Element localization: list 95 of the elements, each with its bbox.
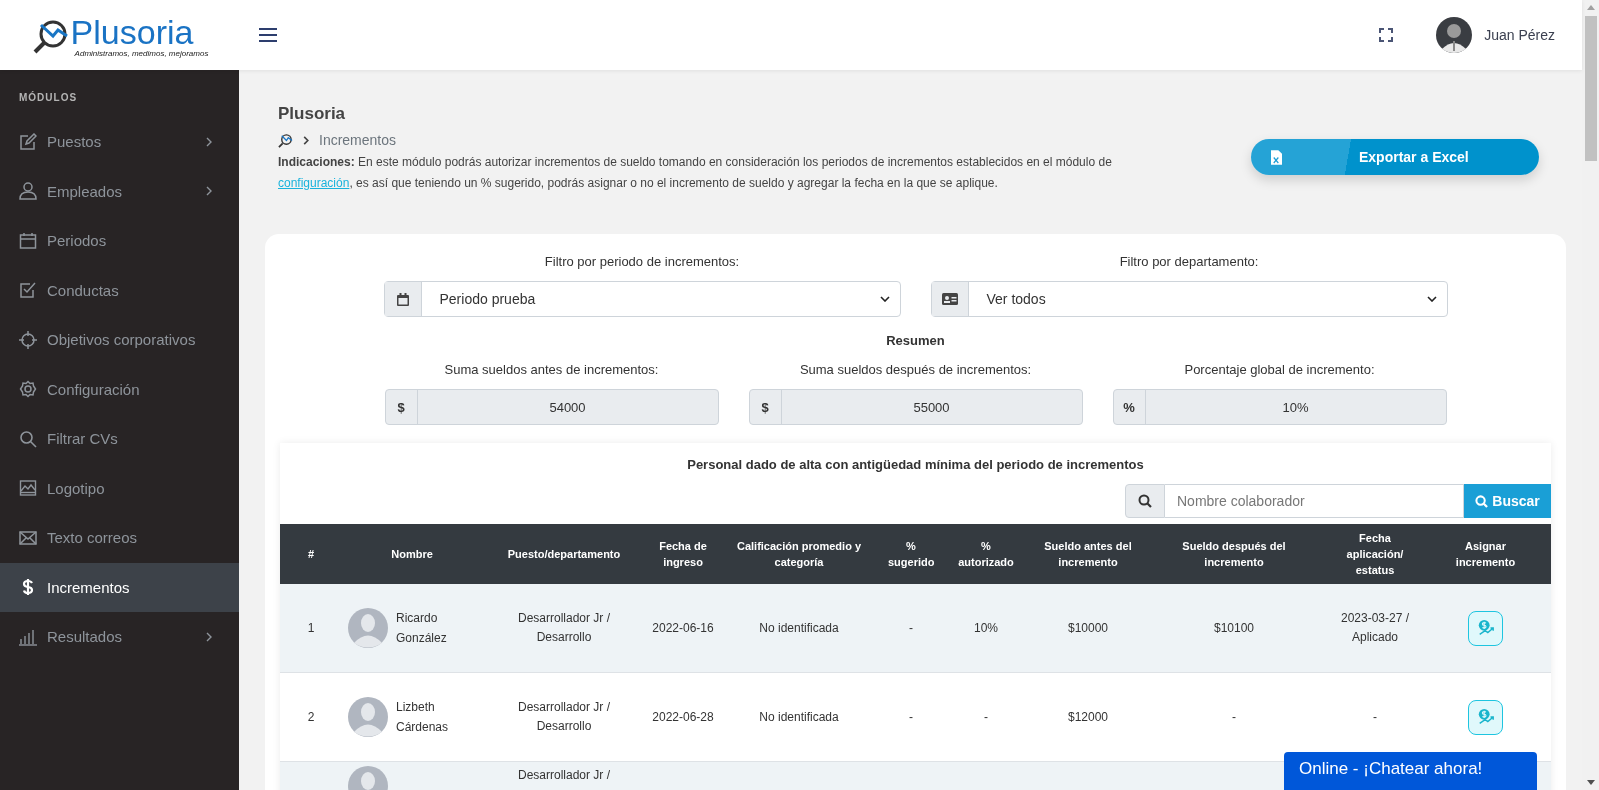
position-text: Desarrollador Jr / Desarrollo <box>517 699 611 735</box>
avatar-silhouette <box>348 697 388 737</box>
user-name[interactable]: Juan Pérez <box>1484 27 1555 43</box>
summary-field: $ 54000 <box>384 389 719 425</box>
sidebar-item[interactable]: Configuración <box>0 364 239 414</box>
page-title: Plusoria <box>278 104 347 124</box>
applied-status: - <box>1373 709 1377 724</box>
export-excel-button[interactable]: Exportar a Excel <box>1251 139 1539 175</box>
sidebar-item[interactable]: Texto correos <box>0 513 239 563</box>
hire-date: 2022-06-16 <box>652 620 714 635</box>
summary-field: $ 55000 <box>748 389 1083 425</box>
avatar-silhouette <box>348 608 388 648</box>
column-header: % sugerido <box>888 540 935 568</box>
column-header: # <box>307 548 315 560</box>
logo-tagline: Administramos, medimos, mejoramos <box>74 48 209 58</box>
hire-date: 2022-06-28 <box>652 709 714 724</box>
filter-label: Filtro por periodo de incrementos: <box>544 254 740 269</box>
summary-label: Suma sueldos después de incrementos: <box>799 362 1032 377</box>
sidebar-item[interactable]: Logotipo <box>0 463 239 513</box>
user-avatar[interactable] <box>1436 17 1473 53</box>
breadcrumb-item: Incrementos <box>319 132 397 148</box>
instructions-text: Indicaciones: En este módulo podrás autorizar incrementos de sueldo tomando en consideración los periodos de incrementos establecidos en el módulo de configuración, es así que teniendo un % sugerido, podrás asignar o no el incremento de sueldo y agregar la fecha en la que se aplique. <box>278 154 1113 192</box>
salary-after: $10100 <box>1213 620 1254 635</box>
sidebar-item[interactable]: Resultados <box>0 612 239 662</box>
salary-after: - <box>1232 709 1236 724</box>
fullscreen-icon[interactable] <box>1379 28 1394 42</box>
filter-label: Filtro por departamento: <box>1119 254 1259 269</box>
bar-chart-icon <box>19 627 37 646</box>
scrollbar-thumb[interactable] <box>1584 16 1597 161</box>
authorized-percent: - <box>984 709 988 724</box>
sidebar-item[interactable]: Incrementos <box>0 562 239 612</box>
column-header: Asignar incremento <box>1455 540 1516 568</box>
filter-select[interactable]: Periodo prueba <box>383 281 901 317</box>
crosshair-icon <box>19 330 37 349</box>
excel-file-icon <box>1271 149 1282 165</box>
row-number: 1 <box>307 620 315 635</box>
summary-label: Suma sueldos antes de incrementos: <box>444 362 659 377</box>
column-header: % autorizado <box>958 540 1014 568</box>
home-logo-icon[interactable] <box>278 132 293 148</box>
caret-down-icon <box>1426 296 1437 302</box>
logo-name: Plusoria <box>70 14 195 49</box>
rating-text: No identificada <box>759 709 839 724</box>
authorized-percent: 10% <box>974 620 998 635</box>
column-header: Puesto/departamento <box>507 548 621 560</box>
scrollbar[interactable] <box>1582 0 1599 790</box>
id-card-icon <box>941 293 958 305</box>
search-icon <box>1475 494 1489 508</box>
salary-before: $10000 <box>1067 620 1108 635</box>
position-text: Desarrollador Jr / Desarrollo <box>517 610 611 646</box>
scroll-down-icon[interactable] <box>1586 780 1595 785</box>
sidebar-item[interactable]: Objetivos corporativos <box>0 315 239 365</box>
filter-select[interactable]: Ver todos <box>930 281 1448 317</box>
sidebar-item[interactable]: Puestos <box>0 117 239 167</box>
suggested-percent: - <box>909 620 913 635</box>
column-header: Sueldo antes del incremento <box>1044 540 1132 568</box>
envelope-icon <box>19 528 37 547</box>
search-button[interactable]: Buscar <box>1464 484 1551 518</box>
calendar-icon <box>19 231 37 250</box>
chevron-right-icon <box>303 135 309 145</box>
menu-icon[interactable] <box>259 28 277 42</box>
sidebar-item[interactable]: Periodos <box>0 216 239 266</box>
applied-status: 2023-03-27 / Aplicado <box>1340 611 1410 644</box>
sidebar-item[interactable]: Filtrar CVs <box>0 414 239 464</box>
sidebar-item[interactable]: Conductas <box>0 265 239 315</box>
caret-down-icon <box>879 296 890 302</box>
summary-field: % 10% <box>1112 389 1447 425</box>
sidebar-heading: MÓDULOS <box>18 92 79 103</box>
edit-icon <box>19 132 37 151</box>
rating-text: No identificada <box>759 620 839 635</box>
calendar-icon <box>396 292 409 306</box>
table-title: Personal dado de alta con antigüedad mínima del periodo de incrementos <box>686 456 1145 472</box>
column-header: Fecha de ingreso <box>659 540 707 568</box>
dollar-chart-icon <box>1476 708 1495 726</box>
person-icon <box>19 182 37 201</box>
summary-title: Resumen <box>885 333 946 348</box>
search-icon <box>19 429 37 448</box>
employee-name: Ricardo González <box>396 610 448 647</box>
column-header: Sueldo después del incremento <box>1182 540 1286 568</box>
position-text: Desarrollador Jr / <box>518 767 610 784</box>
column-header: Nombre <box>391 548 433 560</box>
summary-label: Porcentaje global de incremento: <box>1184 362 1375 377</box>
salary-before: $12000 <box>1067 709 1108 724</box>
row-number: 2 <box>307 709 315 724</box>
suggested-percent: - <box>909 709 913 724</box>
employee-name: Lizbeth Cárdenas <box>396 699 450 736</box>
column-header: Fecha aplicación/ estatus <box>1346 532 1404 576</box>
sidebar-item[interactable]: Empleados <box>0 166 239 216</box>
search-field[interactable]: Nombre colaborador <box>1165 484 1464 518</box>
image-icon <box>19 479 37 498</box>
chat-widget[interactable]: Online - ¡Chatear ahora! <box>1284 752 1537 790</box>
search-icon <box>1138 494 1152 508</box>
gear-icon <box>19 380 37 399</box>
column-header: Calificación promedio y categoría <box>736 540 862 568</box>
checkbox-icon <box>19 281 37 300</box>
dollar-chart-icon <box>1476 619 1495 637</box>
